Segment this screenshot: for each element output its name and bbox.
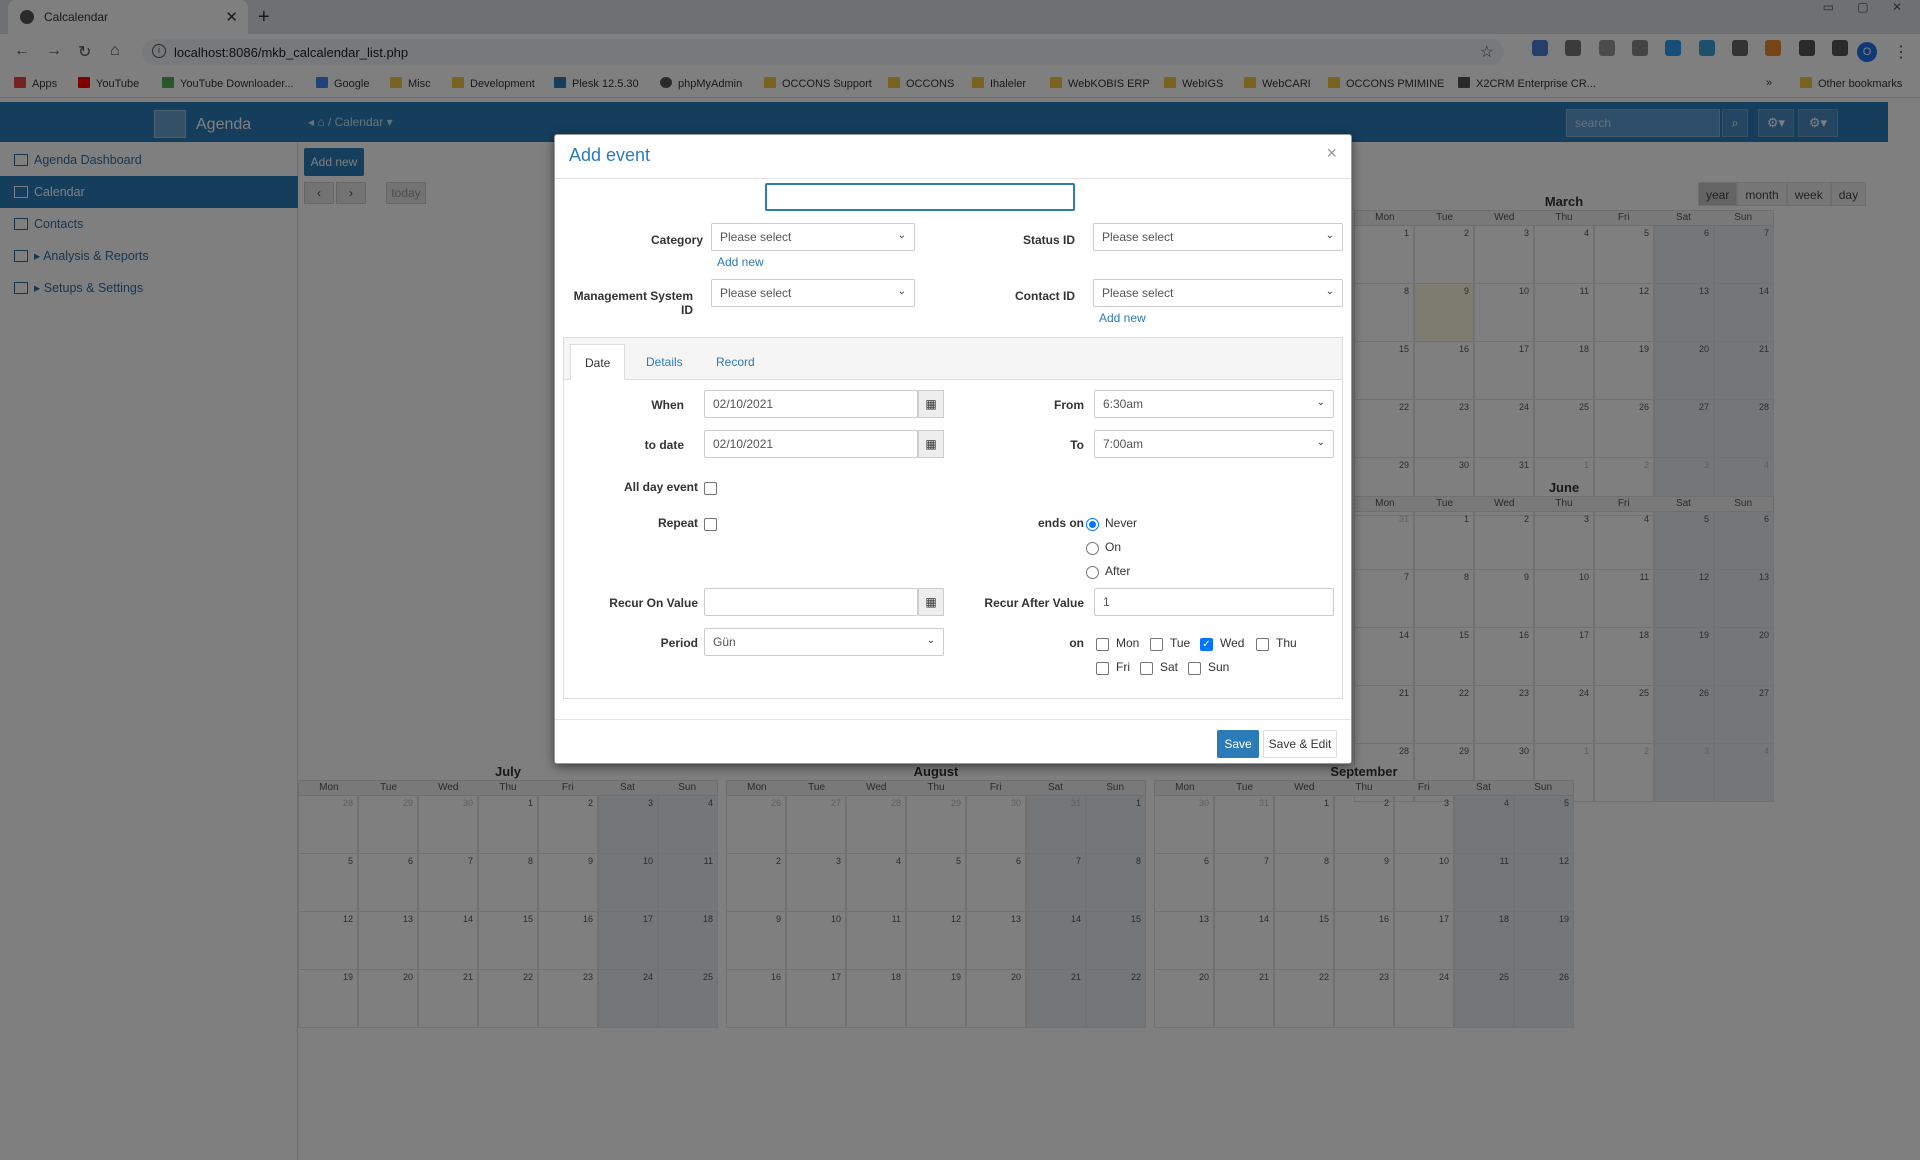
day-sat-checkbox[interactable] <box>1140 662 1153 675</box>
what-input[interactable] <box>765 183 1075 211</box>
chevron-down-icon: ⌄ <box>1325 230 1334 241</box>
ends-on-label: ends on <box>1037 516 1084 530</box>
ends-on-option-label: On <box>1105 540 1122 554</box>
day-sun-checkbox[interactable] <box>1188 662 1201 675</box>
tab-date[interactable]: Date <box>570 344 626 380</box>
add-event-modal: Add event × What Category Please select⌄… <box>554 134 1352 764</box>
chevron-down-icon: ⌄ <box>926 635 935 646</box>
modal-footer: Save Save & Edit <box>555 719 1351 763</box>
save-button[interactable]: Save <box>1217 730 1259 758</box>
recur-after-label: Recur After Value <box>984 596 1084 610</box>
to-date-input[interactable] <box>704 430 918 458</box>
category-select[interactable]: Please select ⌄ <box>711 223 915 251</box>
day-mon-checkbox[interactable] <box>1096 638 1109 651</box>
ends-never-label: Never <box>1105 516 1138 530</box>
repeat-checkbox[interactable] <box>704 518 717 531</box>
from-time-select[interactable]: 6:30am ⌄ <box>1094 390 1334 418</box>
day-tue-checkbox[interactable] <box>1150 638 1163 651</box>
period-label: Period <box>660 636 698 650</box>
to-label: To <box>1070 438 1084 452</box>
day-tue-label: Tue <box>1170 636 1191 650</box>
ends-on-radio[interactable] <box>1086 542 1099 555</box>
contact-select[interactable]: Please select ⌄ <box>1093 279 1343 307</box>
category-add-new-link[interactable]: Add new <box>717 255 764 269</box>
tab-details[interactable]: Details <box>632 344 697 380</box>
chevron-down-icon: ⌄ <box>1316 437 1325 448</box>
recur-on-label: Recur On Value <box>609 596 698 610</box>
calendar-icon[interactable]: ▦ <box>918 430 944 458</box>
ends-after-label: After <box>1105 564 1131 578</box>
save-edit-button[interactable]: Save & Edit <box>1263 730 1337 758</box>
mgmt-label: Management System ID <box>573 289 693 317</box>
contact-label: Contact ID <box>1015 289 1075 303</box>
day-thu-checkbox[interactable] <box>1256 638 1269 651</box>
todate-label: to date <box>644 438 684 452</box>
recur-on-input[interactable] <box>704 588 918 616</box>
calendar-icon[interactable]: ▦ <box>918 588 944 616</box>
chevron-down-icon: ⌄ <box>1325 286 1334 297</box>
allday-label: All day event <box>623 480 698 494</box>
day-sat-label: Sat <box>1160 660 1179 674</box>
modal-title: Add event <box>569 145 651 165</box>
chevron-down-icon: ⌄ <box>897 230 906 241</box>
day-wed-checkbox[interactable]: ✓ <box>1200 638 1213 651</box>
from-label: From <box>1054 398 1084 412</box>
day-wed-label: Wed <box>1220 636 1245 650</box>
close-icon[interactable]: × <box>1326 143 1337 164</box>
contact-add-new-link[interactable]: Add new <box>1099 311 1146 325</box>
status-select[interactable]: Please select ⌄ <box>1093 223 1343 251</box>
mgmt-system-select[interactable]: Please select ⌄ <box>711 279 915 307</box>
on-label: on <box>1069 636 1084 650</box>
when-date-input[interactable] <box>704 390 918 418</box>
tab-bar: Date Details Record <box>564 338 1342 380</box>
chevron-down-icon: ⌄ <box>897 286 906 297</box>
recur-after-input[interactable] <box>1094 588 1334 616</box>
day-fri-checkbox[interactable] <box>1096 662 1109 675</box>
to-time-select[interactable]: 7:00am ⌄ <box>1094 430 1334 458</box>
day-thu-label: Thu <box>1276 636 1297 650</box>
calendar-icon[interactable]: ▦ <box>918 390 944 418</box>
day-sun-label: Sun <box>1208 660 1230 674</box>
chevron-down-icon: ⌄ <box>1316 397 1325 408</box>
event-tabs: Date Details Record When ▦ to date ▦ Fro… <box>563 337 1343 699</box>
day-mon-label: Mon <box>1116 636 1140 650</box>
tab-record[interactable]: Record <box>702 344 769 380</box>
status-label: Status ID <box>1022 233 1075 247</box>
day-fri-label: Fri <box>1116 660 1130 674</box>
when-label: When <box>651 398 684 412</box>
modal-header: Add event × <box>555 135 1351 179</box>
ends-never-radio[interactable] <box>1086 518 1099 531</box>
ends-after-radio[interactable] <box>1086 566 1099 579</box>
category-label: Category <box>650 233 703 247</box>
repeat-label: Repeat <box>657 516 698 530</box>
period-select[interactable]: Gün ⌄ <box>704 628 944 656</box>
allday-checkbox[interactable] <box>704 482 717 495</box>
